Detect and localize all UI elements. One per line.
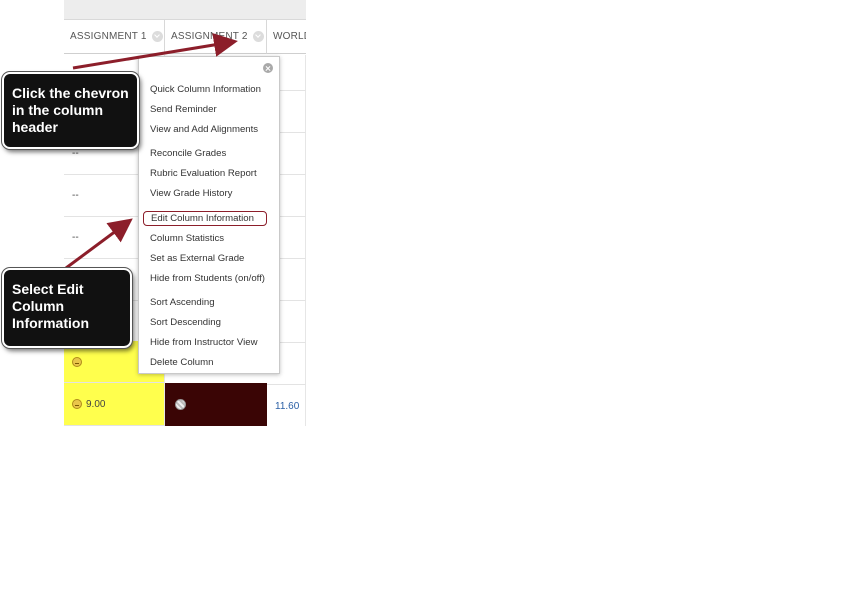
column-header-label: ASSIGNMENT 1 xyxy=(70,31,147,42)
grid-cell-needs-grading[interactable]: 9.00 xyxy=(64,383,165,426)
chevron-down-icon[interactable] xyxy=(252,31,264,42)
needs-grading-icon xyxy=(72,356,82,367)
menu-item-column-statistics[interactable]: Column Statistics xyxy=(150,232,224,245)
menu-item-reconcile-grades[interactable]: Reconcile Grades xyxy=(150,147,226,160)
chevron-down-icon[interactable] xyxy=(151,31,163,42)
column-header-label: ASSIGNMENT 2 xyxy=(171,31,248,42)
needs-grading-icon xyxy=(72,399,82,409)
column-header-assignment-1[interactable]: ASSIGNMENT 1 xyxy=(64,20,165,54)
menu-item-send-reminder[interactable]: Send Reminder xyxy=(150,103,217,116)
menu-item-quick-column-information[interactable]: Quick Column Information xyxy=(150,83,261,96)
cell-value: 9.00 xyxy=(86,398,106,410)
grid-top-band xyxy=(64,0,306,20)
grid-cell-exempt[interactable] xyxy=(165,383,267,426)
callout-click-chevron: Click the chevron in the column header xyxy=(2,72,139,149)
menu-item-set-as-external-grade[interactable]: Set as External Grade xyxy=(150,252,244,265)
cell-value[interactable]: 11.60 xyxy=(275,401,299,412)
column-header-world[interactable]: WORLD xyxy=(267,20,306,54)
in-progress-icon xyxy=(175,399,186,410)
menu-item-hide-from-students[interactable]: Hide from Students (on/off) xyxy=(150,272,265,285)
menu-item-edit-column-information[interactable]: Edit Column Information xyxy=(143,211,267,226)
menu-item-rubric-evaluation-report[interactable]: Rubric Evaluation Report xyxy=(150,167,257,180)
callout-select-edit-column: Select Edit Column Information xyxy=(2,268,132,348)
menu-item-sort-ascending[interactable]: Sort Ascending xyxy=(150,296,215,309)
column-context-menu: Quick Column Information Send Reminder V… xyxy=(138,56,280,374)
cell-value: -- xyxy=(72,232,79,243)
menu-item-view-grade-history[interactable]: View Grade History xyxy=(150,187,232,200)
menu-item-delete-column[interactable]: Delete Column xyxy=(150,356,213,369)
cell-value: -- xyxy=(72,190,79,201)
column-header-label: WORLD xyxy=(273,31,306,42)
cell-value: -- xyxy=(72,148,79,159)
menu-item-sort-descending[interactable]: Sort Descending xyxy=(150,316,221,329)
close-icon[interactable] xyxy=(263,63,273,73)
column-header-assignment-2[interactable]: ASSIGNMENT 2 xyxy=(165,20,267,54)
menu-item-hide-from-instructor-view[interactable]: Hide from Instructor View xyxy=(150,336,258,349)
menu-item-view-and-add-alignments[interactable]: View and Add Alignments xyxy=(150,123,258,136)
grid-cell[interactable]: 11.60 xyxy=(267,385,306,426)
